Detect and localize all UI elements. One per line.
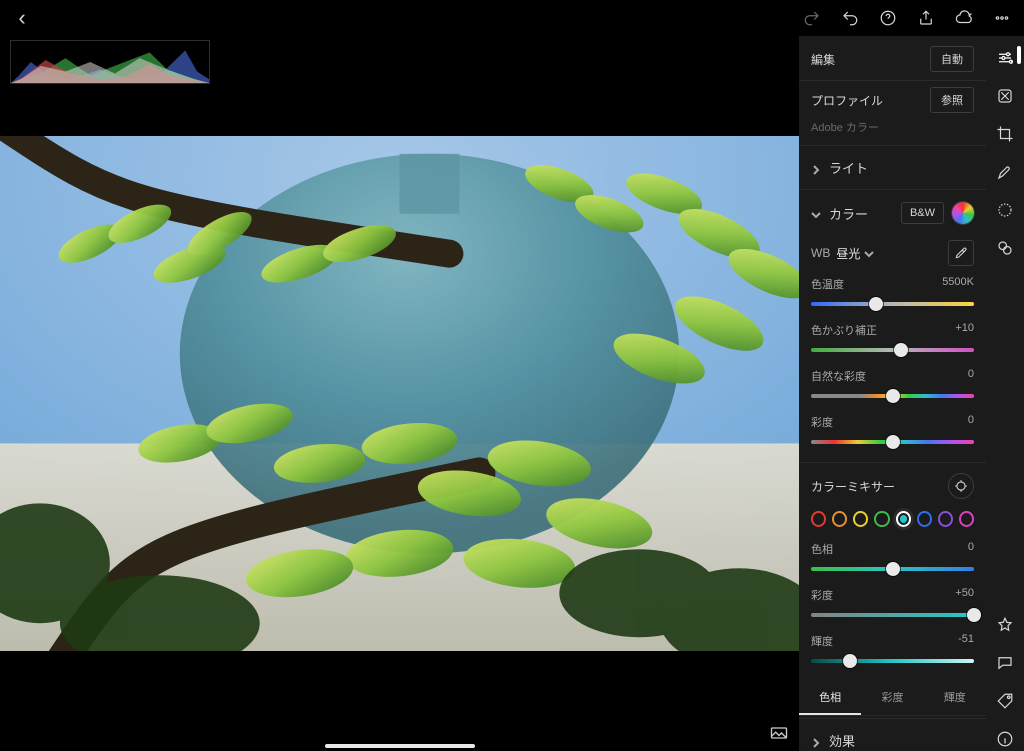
tool-presets[interactable]	[993, 236, 1017, 260]
tool-adjust[interactable]	[993, 46, 1017, 70]
image-canvas[interactable]	[0, 36, 799, 751]
slider-thumb[interactable]	[869, 297, 883, 311]
color-wheel-icon[interactable]	[952, 202, 974, 224]
share-button[interactable]	[914, 6, 938, 30]
comments[interactable]	[993, 651, 1017, 675]
tab-luminance[interactable]: 輝度	[924, 679, 986, 715]
slider-temperature[interactable]: 色温度5500K	[799, 272, 986, 318]
edit-label: 編集	[811, 51, 835, 68]
slider-saturation[interactable]: 彩度0	[799, 410, 986, 456]
section-color[interactable]: カラー B&W	[799, 192, 986, 234]
mixer-swatches	[799, 507, 986, 537]
section-effects[interactable]: 効果	[799, 721, 986, 751]
more-button[interactable]	[990, 6, 1014, 30]
titlebar: ‹	[0, 0, 1024, 36]
tool-radial[interactable]	[993, 198, 1017, 222]
slider-thumb[interactable]	[843, 654, 857, 668]
filmstrip-toggle[interactable]	[767, 721, 791, 745]
chevron-right-icon	[811, 163, 821, 173]
home-indicator	[325, 744, 475, 748]
profile-value: Adobe カラー	[799, 119, 986, 145]
chevron-right-icon	[811, 736, 821, 746]
wb-label: WB	[811, 246, 830, 260]
keywords[interactable]	[993, 689, 1017, 713]
redo-button[interactable]	[800, 6, 824, 30]
slider-vibrance[interactable]: 自然な彩度0	[799, 364, 986, 410]
targeted-adjust-button[interactable]	[948, 473, 974, 499]
slider-thumb[interactable]	[886, 389, 900, 403]
back-button[interactable]: ‹	[10, 6, 34, 30]
tool-brush[interactable]	[993, 160, 1017, 184]
slider-thumb[interactable]	[886, 562, 900, 576]
swatch-7[interactable]	[959, 511, 974, 527]
chevron-down-icon	[864, 248, 874, 258]
tab-hue[interactable]: 色相	[799, 679, 861, 715]
tool-healing[interactable]	[993, 84, 1017, 108]
info[interactable]	[993, 727, 1017, 751]
histogram[interactable]	[10, 40, 210, 84]
undo-button[interactable]	[838, 6, 862, 30]
eyedropper-button[interactable]	[948, 240, 974, 266]
slider-mixer-saturation[interactable]: 彩度+50	[799, 583, 986, 629]
mixer-tabs: 色相 彩度 輝度	[799, 679, 986, 716]
swatch-2[interactable]	[853, 511, 868, 527]
slider-mixer-luminance[interactable]: 輝度-51	[799, 629, 986, 675]
profile-label: プロファイル	[811, 92, 883, 109]
profile-browse-button[interactable]: 参照	[930, 87, 974, 113]
wb-dropdown[interactable]: 昼光	[836, 245, 874, 262]
tool-rail	[986, 36, 1024, 751]
swatch-4[interactable]	[896, 511, 911, 527]
slider-thumb[interactable]	[886, 435, 900, 449]
bw-toggle[interactable]: B&W	[901, 202, 944, 224]
photo-preview	[0, 136, 799, 651]
slider-mixer-hue[interactable]: 色相0	[799, 537, 986, 583]
swatch-6[interactable]	[938, 511, 953, 527]
section-light[interactable]: ライト	[799, 148, 986, 187]
slider-thumb[interactable]	[894, 343, 908, 357]
swatch-5[interactable]	[917, 511, 932, 527]
swatch-0[interactable]	[811, 511, 826, 527]
help-button[interactable]	[876, 6, 900, 30]
swatch-3[interactable]	[874, 511, 889, 527]
edit-panel: 編集 自動 プロファイル 参照 Adobe カラー ライト カラー	[799, 36, 986, 751]
chevron-down-icon	[811, 208, 821, 218]
slider-tint[interactable]: 色かぶり補正+10	[799, 318, 986, 364]
slider-thumb[interactable]	[967, 608, 981, 622]
cloud-sync-button[interactable]	[952, 6, 976, 30]
tool-crop[interactable]	[993, 122, 1017, 146]
white-balance-row: WB 昼光	[799, 234, 986, 272]
tab-saturation[interactable]: 彩度	[861, 679, 923, 715]
mixer-label: カラーミキサー	[811, 478, 895, 495]
rate-star[interactable]	[993, 613, 1017, 637]
auto-button[interactable]: 自動	[930, 46, 974, 72]
swatch-1[interactable]	[832, 511, 847, 527]
